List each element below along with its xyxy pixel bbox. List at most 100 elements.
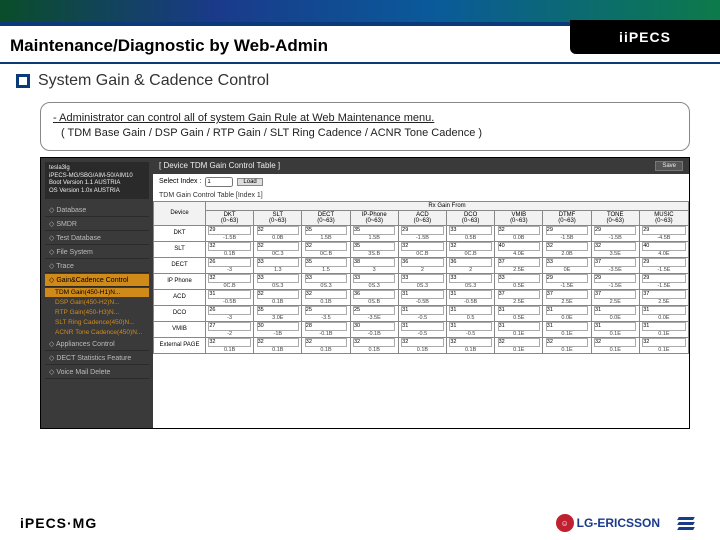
gain-input[interactable] bbox=[401, 306, 443, 315]
gain-input[interactable] bbox=[498, 242, 540, 251]
gain-input[interactable] bbox=[498, 338, 540, 347]
gain-input[interactable] bbox=[353, 242, 395, 251]
gain-input[interactable] bbox=[498, 306, 540, 315]
gain-input[interactable] bbox=[257, 258, 299, 267]
gain-input[interactable] bbox=[353, 338, 395, 347]
gain-input[interactable] bbox=[642, 290, 685, 299]
gain-input[interactable] bbox=[208, 274, 250, 283]
gain-input[interactable] bbox=[594, 258, 636, 267]
device-row-label: ACD bbox=[154, 289, 206, 305]
gain-input[interactable] bbox=[449, 258, 491, 267]
gain-input[interactable] bbox=[449, 274, 491, 283]
gain-input[interactable] bbox=[546, 306, 588, 315]
gain-input[interactable] bbox=[594, 242, 636, 251]
nav-voice-mail[interactable]: ◇ Voice Mail Delete bbox=[45, 366, 149, 379]
gain-input[interactable] bbox=[305, 274, 347, 283]
nav-sub-rtp-gain[interactable]: RTP Gain(450-H3)N... bbox=[45, 308, 149, 317]
gain-input[interactable] bbox=[257, 322, 299, 331]
gain-input[interactable] bbox=[594, 274, 636, 283]
gain-input[interactable] bbox=[257, 274, 299, 283]
nav-database[interactable]: ◇ Database bbox=[45, 204, 149, 217]
nav-sub-tdm-gain[interactable]: TDM Gain(450-H1)N... bbox=[45, 288, 149, 297]
nav-test-database[interactable]: ◇ Test Database bbox=[45, 232, 149, 245]
gain-input[interactable] bbox=[353, 322, 395, 331]
gain-input[interactable] bbox=[594, 322, 636, 331]
gain-input[interactable] bbox=[594, 306, 636, 315]
nav-sub-acnr-tone[interactable]: ACNR Tone Cadence(450)N... bbox=[45, 328, 149, 337]
gain-input[interactable] bbox=[642, 322, 685, 331]
main-panel: [ Device TDM Gain Control Table ] Save S… bbox=[153, 158, 689, 428]
gain-input[interactable] bbox=[257, 242, 299, 251]
gain-input[interactable] bbox=[257, 338, 299, 347]
gain-input[interactable] bbox=[257, 226, 299, 235]
nav-sub-dsp-gain[interactable]: DSP Gain(450-H2)N... bbox=[45, 298, 149, 307]
gain-input[interactable] bbox=[401, 322, 443, 331]
gain-input[interactable] bbox=[257, 306, 299, 315]
gain-input[interactable] bbox=[401, 226, 443, 235]
gain-input[interactable] bbox=[642, 306, 685, 315]
gain-input[interactable] bbox=[208, 226, 250, 235]
gain-input[interactable] bbox=[449, 306, 491, 315]
nav-dect-stats[interactable]: ◇ DECT Statistics Feature bbox=[45, 352, 149, 365]
table-heading: TDM Gain Control Table [Index 1] bbox=[153, 190, 689, 201]
nav-trace[interactable]: ◇ Trace bbox=[45, 260, 149, 273]
gain-input[interactable] bbox=[401, 242, 443, 251]
gain-input[interactable] bbox=[594, 338, 636, 347]
gain-input[interactable] bbox=[449, 242, 491, 251]
gain-input[interactable] bbox=[546, 226, 588, 235]
load-button[interactable]: Load bbox=[237, 178, 262, 186]
gain-input[interactable] bbox=[401, 274, 443, 283]
gain-input[interactable] bbox=[449, 338, 491, 347]
gain-input[interactable] bbox=[546, 242, 588, 251]
gain-input[interactable] bbox=[305, 338, 347, 347]
save-button[interactable]: Save bbox=[655, 161, 683, 171]
gain-input[interactable] bbox=[546, 274, 588, 283]
gain-input[interactable] bbox=[642, 274, 685, 283]
gain-input[interactable] bbox=[594, 226, 636, 235]
gain-input[interactable] bbox=[353, 306, 395, 315]
gain-input[interactable] bbox=[642, 226, 685, 235]
gain-input[interactable] bbox=[401, 290, 443, 299]
nav-smdr[interactable]: ◇ SMDR bbox=[45, 218, 149, 231]
gain-input[interactable] bbox=[498, 322, 540, 331]
gain-input[interactable] bbox=[208, 338, 250, 347]
gain-input[interactable] bbox=[208, 258, 250, 267]
nav-gain-cadence[interactable]: ◇ Gain&Cadence Control bbox=[45, 274, 149, 287]
gain-input[interactable] bbox=[498, 290, 540, 299]
gain-input[interactable] bbox=[449, 322, 491, 331]
gain-input[interactable] bbox=[208, 242, 250, 251]
gain-input[interactable] bbox=[208, 290, 250, 299]
nav-file-system[interactable]: ◇ File System bbox=[45, 246, 149, 259]
gain-input[interactable] bbox=[305, 258, 347, 267]
gain-input[interactable] bbox=[208, 322, 250, 331]
gain-input[interactable] bbox=[498, 258, 540, 267]
gain-input[interactable] bbox=[353, 290, 395, 299]
gain-input[interactable] bbox=[642, 258, 685, 267]
gain-input[interactable] bbox=[257, 290, 299, 299]
gain-input[interactable] bbox=[353, 258, 395, 267]
select-index-input[interactable] bbox=[205, 177, 233, 187]
gain-input[interactable] bbox=[498, 274, 540, 283]
gain-input[interactable] bbox=[594, 290, 636, 299]
gain-input[interactable] bbox=[546, 290, 588, 299]
gain-input[interactable] bbox=[401, 258, 443, 267]
gain-input[interactable] bbox=[305, 226, 347, 235]
gain-input[interactable] bbox=[546, 258, 588, 267]
gain-input[interactable] bbox=[401, 338, 443, 347]
gain-input[interactable] bbox=[642, 242, 685, 251]
nav-appliances[interactable]: ◇ Appliances Control bbox=[45, 338, 149, 351]
gain-input[interactable] bbox=[305, 290, 347, 299]
gain-input[interactable] bbox=[305, 306, 347, 315]
gain-input[interactable] bbox=[305, 322, 347, 331]
gain-input[interactable] bbox=[498, 226, 540, 235]
gain-input[interactable] bbox=[449, 226, 491, 235]
gain-input[interactable] bbox=[208, 306, 250, 315]
gain-input[interactable] bbox=[449, 290, 491, 299]
gain-input[interactable] bbox=[642, 338, 685, 347]
nav-sub-slt-ring[interactable]: SLT Ring Cadence(450)N... bbox=[45, 318, 149, 327]
gain-input[interactable] bbox=[546, 322, 588, 331]
gain-input[interactable] bbox=[353, 226, 395, 235]
gain-input[interactable] bbox=[546, 338, 588, 347]
gain-input[interactable] bbox=[305, 242, 347, 251]
gain-input[interactable] bbox=[353, 274, 395, 283]
